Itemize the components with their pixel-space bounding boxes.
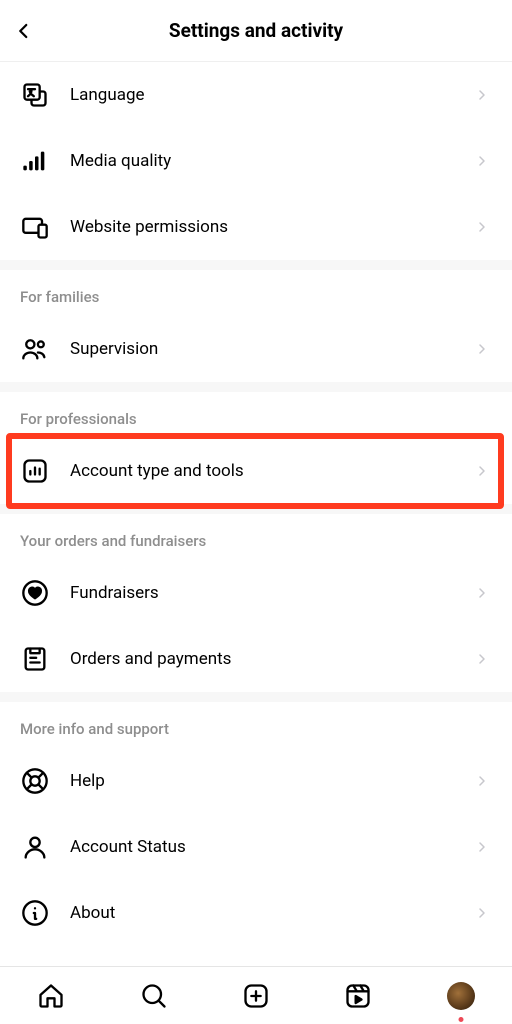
translate-icon	[20, 80, 50, 110]
chevron-right-icon	[472, 339, 492, 359]
receipt-icon	[20, 644, 50, 674]
section-header-orders: Your orders and fundraisers	[0, 514, 512, 560]
settings-row-fundraisers[interactable]: Fundraisers	[0, 560, 512, 626]
nav-search[interactable]	[138, 980, 170, 1012]
header: Settings and activity	[0, 0, 512, 62]
section-divider	[0, 692, 512, 702]
bottom-nav	[0, 966, 512, 1024]
chevron-right-icon	[472, 837, 492, 857]
person-icon	[20, 832, 50, 862]
nav-reels[interactable]	[342, 980, 374, 1012]
row-label: Account Status	[70, 837, 472, 857]
chevron-right-icon	[472, 771, 492, 791]
row-label: About	[70, 903, 472, 923]
page-title: Settings and activity	[0, 19, 512, 42]
heart-circle-icon	[20, 578, 50, 608]
section-divider	[0, 382, 512, 392]
row-label: Help	[70, 771, 472, 791]
nav-profile[interactable]	[445, 980, 477, 1012]
chevron-left-icon	[15, 22, 33, 40]
row-label: Media quality	[70, 151, 472, 171]
chevron-right-icon	[472, 461, 492, 481]
back-button[interactable]	[8, 15, 40, 47]
search-icon	[140, 982, 168, 1010]
row-label: Orders and payments	[70, 649, 472, 669]
settings-row-help[interactable]: Help	[0, 748, 512, 814]
people-icon	[20, 334, 50, 364]
section-header-professionals: For professionals	[0, 392, 512, 438]
home-icon	[37, 982, 65, 1010]
chevron-right-icon	[472, 217, 492, 237]
chevron-right-icon	[472, 649, 492, 669]
section-divider	[0, 504, 512, 514]
devices-icon	[20, 212, 50, 242]
settings-row-supervision[interactable]: Supervision	[0, 316, 512, 382]
lifebuoy-icon	[20, 766, 50, 796]
row-label: Website permissions	[70, 217, 472, 237]
row-label: Fundraisers	[70, 583, 472, 603]
chevron-right-icon	[472, 151, 492, 171]
nav-home[interactable]	[35, 980, 67, 1012]
settings-row-account-type[interactable]: Account type and tools	[0, 438, 512, 504]
settings-row-language[interactable]: Language	[0, 62, 512, 128]
plus-box-icon	[242, 982, 270, 1010]
row-label: Language	[70, 85, 472, 105]
notification-dot-icon	[458, 1017, 463, 1022]
chevron-right-icon	[472, 583, 492, 603]
row-label: Account type and tools	[70, 461, 472, 481]
reels-icon	[344, 982, 372, 1010]
section-header-more-info: More info and support	[0, 702, 512, 748]
section-divider	[0, 260, 512, 270]
row-label: Supervision	[70, 339, 472, 359]
avatar-icon	[447, 982, 475, 1010]
signal-bars-icon	[20, 146, 50, 176]
settings-row-orders[interactable]: Orders and payments	[0, 626, 512, 692]
settings-row-about[interactable]: About	[0, 880, 512, 946]
settings-row-website-permissions[interactable]: Website permissions	[0, 194, 512, 260]
section-header-families: For families	[0, 270, 512, 316]
nav-create[interactable]	[240, 980, 272, 1012]
info-icon	[20, 898, 50, 928]
chevron-right-icon	[472, 903, 492, 923]
chart-box-icon	[20, 456, 50, 486]
chevron-right-icon	[472, 85, 492, 105]
settings-row-media-quality[interactable]: Media quality	[0, 128, 512, 194]
settings-row-account-status[interactable]: Account Status	[0, 814, 512, 880]
